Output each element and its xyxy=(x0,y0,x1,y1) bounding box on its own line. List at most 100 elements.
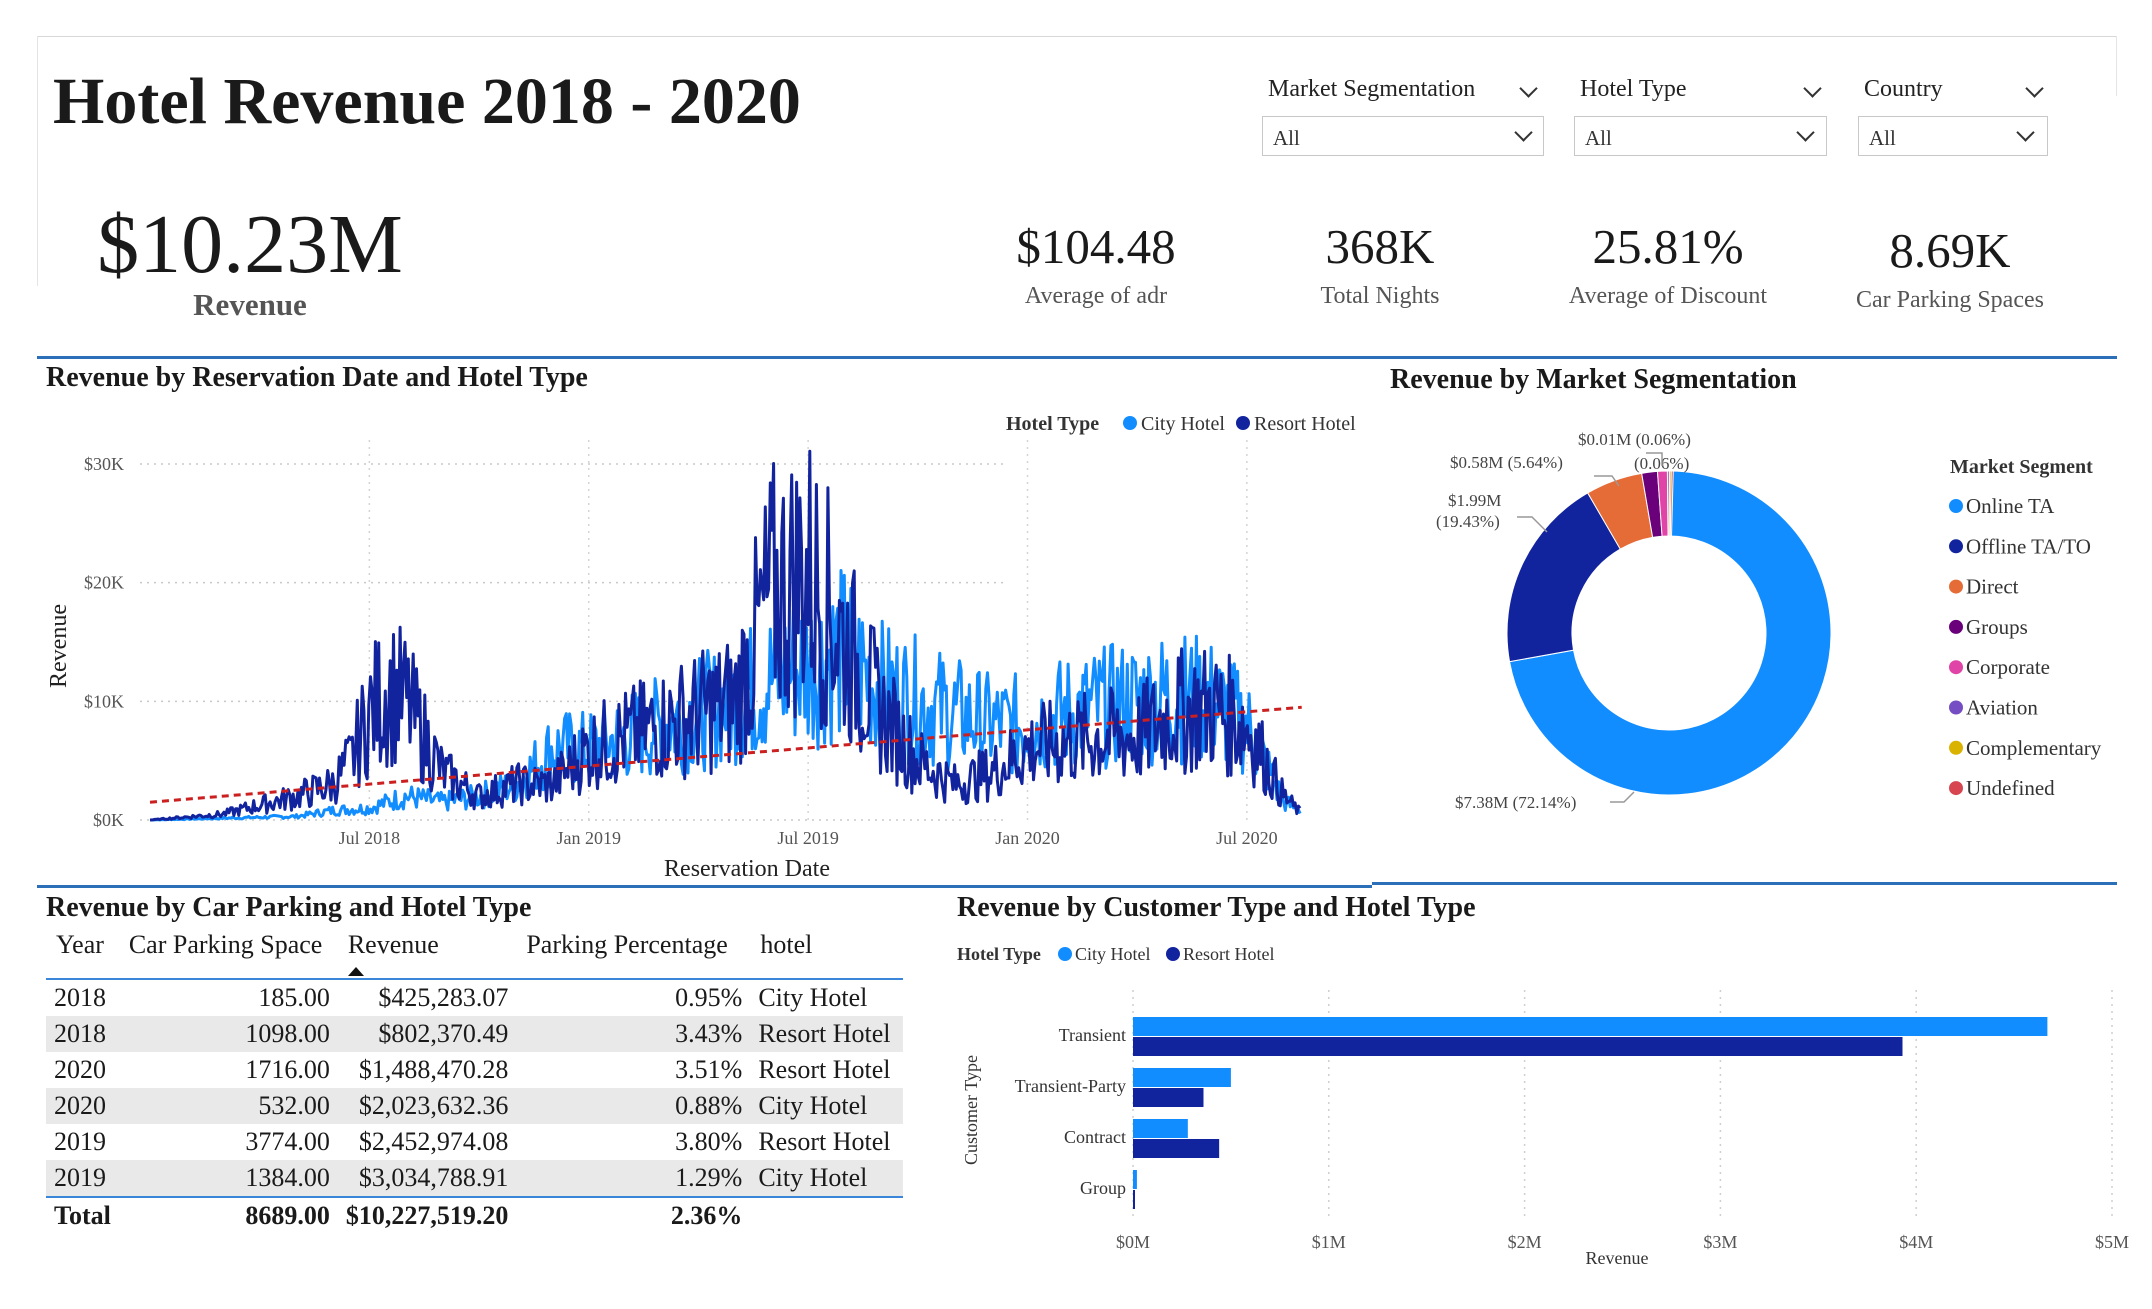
table-cell: $1,488,470.28 xyxy=(358,1055,509,1084)
kpi-parking-label: Car Parking Spaces xyxy=(1856,287,2044,313)
col-header-hotel[interactable]: hotel xyxy=(750,930,904,980)
table-body: 2018 185.00 $425,283.07 0.95% City Hotel 2018… xyxy=(46,979,904,1234)
kpi-adr-value: $104.48 xyxy=(1016,219,1176,274)
line-chart-y-ticks: $0K $10K $20K $30K xyxy=(84,454,124,830)
slicer-market-segmentation[interactable]: Market Segmentation All xyxy=(1262,76,1544,158)
legend-item[interactable]: Undefined xyxy=(1966,776,2055,800)
donut-legend-title: Market Segment xyxy=(1950,456,2093,478)
table-cell: City Hotel xyxy=(758,983,868,1012)
table-cell: 2018 xyxy=(46,1016,119,1052)
table-total-cell: 8689.00 xyxy=(118,1196,338,1234)
kpi-parking-value: 8.69K xyxy=(1889,223,2011,278)
x-tick-label: $3M xyxy=(1703,1232,1737,1252)
bar-resort[interactable] xyxy=(1133,1139,1220,1158)
series-line-resort-hotel[interactable] xyxy=(149,449,1302,822)
slicer-country-label: Country xyxy=(1864,76,1943,102)
col-header-car-parking[interactable]: Car Parking Space xyxy=(118,930,338,980)
report-frame-top xyxy=(37,36,2117,37)
bar-resort[interactable] xyxy=(1133,1088,1204,1107)
x-tick-label: Jan 2020 xyxy=(995,828,1060,848)
bar-chart-bars xyxy=(1133,1017,2048,1209)
bar-city[interactable] xyxy=(1133,1170,1137,1189)
section-separator-middle xyxy=(37,885,1372,888)
legend-item[interactable]: Aviation xyxy=(1966,696,2038,720)
bar-city[interactable] xyxy=(1133,1119,1188,1138)
legend-item[interactable]: Online TA xyxy=(1966,494,2055,518)
col-header-revenue-label: Revenue xyxy=(347,930,439,959)
y-tick-label: $30K xyxy=(84,454,124,474)
x-tick-label: $5M xyxy=(2095,1232,2129,1252)
category-label: Transient-Party xyxy=(1015,1076,1126,1096)
table-title: Revenue by Car Parking and Hotel Type xyxy=(46,892,532,923)
legend-swatch xyxy=(1949,539,1963,554)
slicer-market-segmentation-label: Market Segmentation xyxy=(1268,76,1476,102)
bar-chart-legend: Hotel Type City Hotel Resort Hotel xyxy=(957,944,1275,964)
kpi-nights-label: Total Nights xyxy=(1320,283,1440,309)
slicer-hotel-type-dropdown[interactable]: All xyxy=(1574,116,1827,156)
bar-legend-city-swatch xyxy=(1058,947,1072,961)
line-legend-resort[interactable]: Resort Hotel xyxy=(1254,413,1356,435)
line-chart-title: Revenue by Reservation Date and Hotel Ty… xyxy=(46,362,588,393)
bar-resort[interactable] xyxy=(1133,1037,1903,1056)
table-row[interactable]: 2019 1384.00 $3,034,788.91 1.29% City Hotel xyxy=(46,1160,904,1197)
table-total-cell: 2.36% xyxy=(516,1196,751,1234)
bar-resort[interactable] xyxy=(1133,1190,1135,1209)
x-tick-label: Jul 2019 xyxy=(777,828,839,848)
line-chart-x-ticks: Jul 2018 Jan 2019 Jul 2019 Jan 2020 Jul 2020 xyxy=(339,828,1278,848)
y-tick-label: $20K xyxy=(84,573,124,593)
table-cell: 1384.00 xyxy=(118,1160,338,1197)
table-total-row: Total 8689.00 $10,227,519.20 2.36% xyxy=(46,1196,904,1234)
chevron-down-icon[interactable] xyxy=(2025,79,2044,98)
slicer-hotel-type[interactable]: Hotel Type All xyxy=(1574,76,1827,158)
legend-item[interactable]: Corporate xyxy=(1966,655,2050,679)
table-row[interactable]: 2019 3774.00 $2,452,974.08 3.80% Resort Hote… xyxy=(46,1124,903,1160)
legend-item[interactable]: Direct xyxy=(1966,575,2019,599)
table-header-row: Year Car Parking Space Revenue Parking P… xyxy=(46,930,904,980)
bar-city[interactable] xyxy=(1133,1068,1231,1087)
donut-label-direct: $0.58M (5.64%) xyxy=(1450,453,1563,472)
table-row[interactable]: 2020 1716.00 $1,488,470.28 3.51% Resort Hote… xyxy=(46,1052,903,1088)
donut-label-online-ta: $7.38M (72.14%) xyxy=(1455,793,1576,812)
slicer-country-dropdown[interactable]: All xyxy=(1858,116,2048,156)
donut-label-offline-top: $1.99M xyxy=(1448,491,1501,510)
slicer-country[interactable]: Country All xyxy=(1858,76,2048,158)
report-frame-right xyxy=(2116,36,2117,96)
table-cell: 3.80% xyxy=(675,1127,743,1156)
table-row[interactable]: 2020 532.00 $2,023,632.36 0.88% City Hotel xyxy=(46,1088,904,1124)
bar-chart-y-axis-label: Customer Type xyxy=(961,1055,981,1165)
line-legend-title: Hotel Type xyxy=(1006,413,1099,435)
legend-item[interactable]: Complementary xyxy=(1966,736,2102,760)
table-cell: 3.51% xyxy=(675,1055,743,1084)
table-total-cell: Total xyxy=(46,1196,119,1234)
bar-legend-city[interactable]: City Hotel xyxy=(1075,944,1151,964)
legend-item[interactable]: Groups xyxy=(1966,615,2028,639)
slicer-market-segmentation-dropdown[interactable]: All xyxy=(1262,116,1544,156)
col-header-year[interactable]: Year xyxy=(46,930,119,980)
legend-item[interactable]: Offline TA/TO xyxy=(1966,534,2091,558)
table-row[interactable]: 2018 185.00 $425,283.07 0.95% City Hotel xyxy=(46,979,903,1016)
kpi-discount-value: 25.81% xyxy=(1592,219,1744,274)
line-chart: Hotel Type City Hotel Resort Hotel $0K $1… xyxy=(46,413,1356,880)
y-tick-label: $0K xyxy=(93,810,124,830)
line-chart-x-axis-label: Reservation Date xyxy=(664,856,830,880)
revenue-card-label: Revenue xyxy=(193,287,307,322)
bar-legend-title: Hotel Type xyxy=(957,944,1041,964)
slicer-hotel-type-value: All xyxy=(1585,126,1612,150)
bar-legend-resort[interactable]: Resort Hotel xyxy=(1183,944,1275,964)
bar-city[interactable] xyxy=(1133,1017,2048,1036)
bar-chart: Hotel Type City Hotel Resort Hotel $0M $1… xyxy=(957,944,2129,1268)
table-cell: 2018 xyxy=(54,983,106,1012)
kpi-nights-value: 368K xyxy=(1325,219,1435,274)
chevron-down-icon[interactable] xyxy=(1519,79,1538,98)
category-label: Transient xyxy=(1059,1025,1126,1045)
kpi-discount-label: Average of Discount xyxy=(1568,283,1768,309)
col-header-parking-pct[interactable]: Parking Percentage xyxy=(516,930,751,980)
section-separator-middle-right xyxy=(1372,882,2117,885)
line-legend-city[interactable]: City Hotel xyxy=(1141,413,1225,435)
col-header-revenue[interactable]: Revenue xyxy=(337,930,517,980)
table-row[interactable]: 2018 1098.00 $802,370.49 3.43% Resort Hotel xyxy=(46,1016,904,1052)
section-separator-top xyxy=(37,356,2117,359)
x-tick-label: Jan 2019 xyxy=(557,828,622,848)
chevron-down-icon[interactable] xyxy=(1803,79,1822,98)
slicer-hotel-type-label: Hotel Type xyxy=(1580,76,1687,102)
